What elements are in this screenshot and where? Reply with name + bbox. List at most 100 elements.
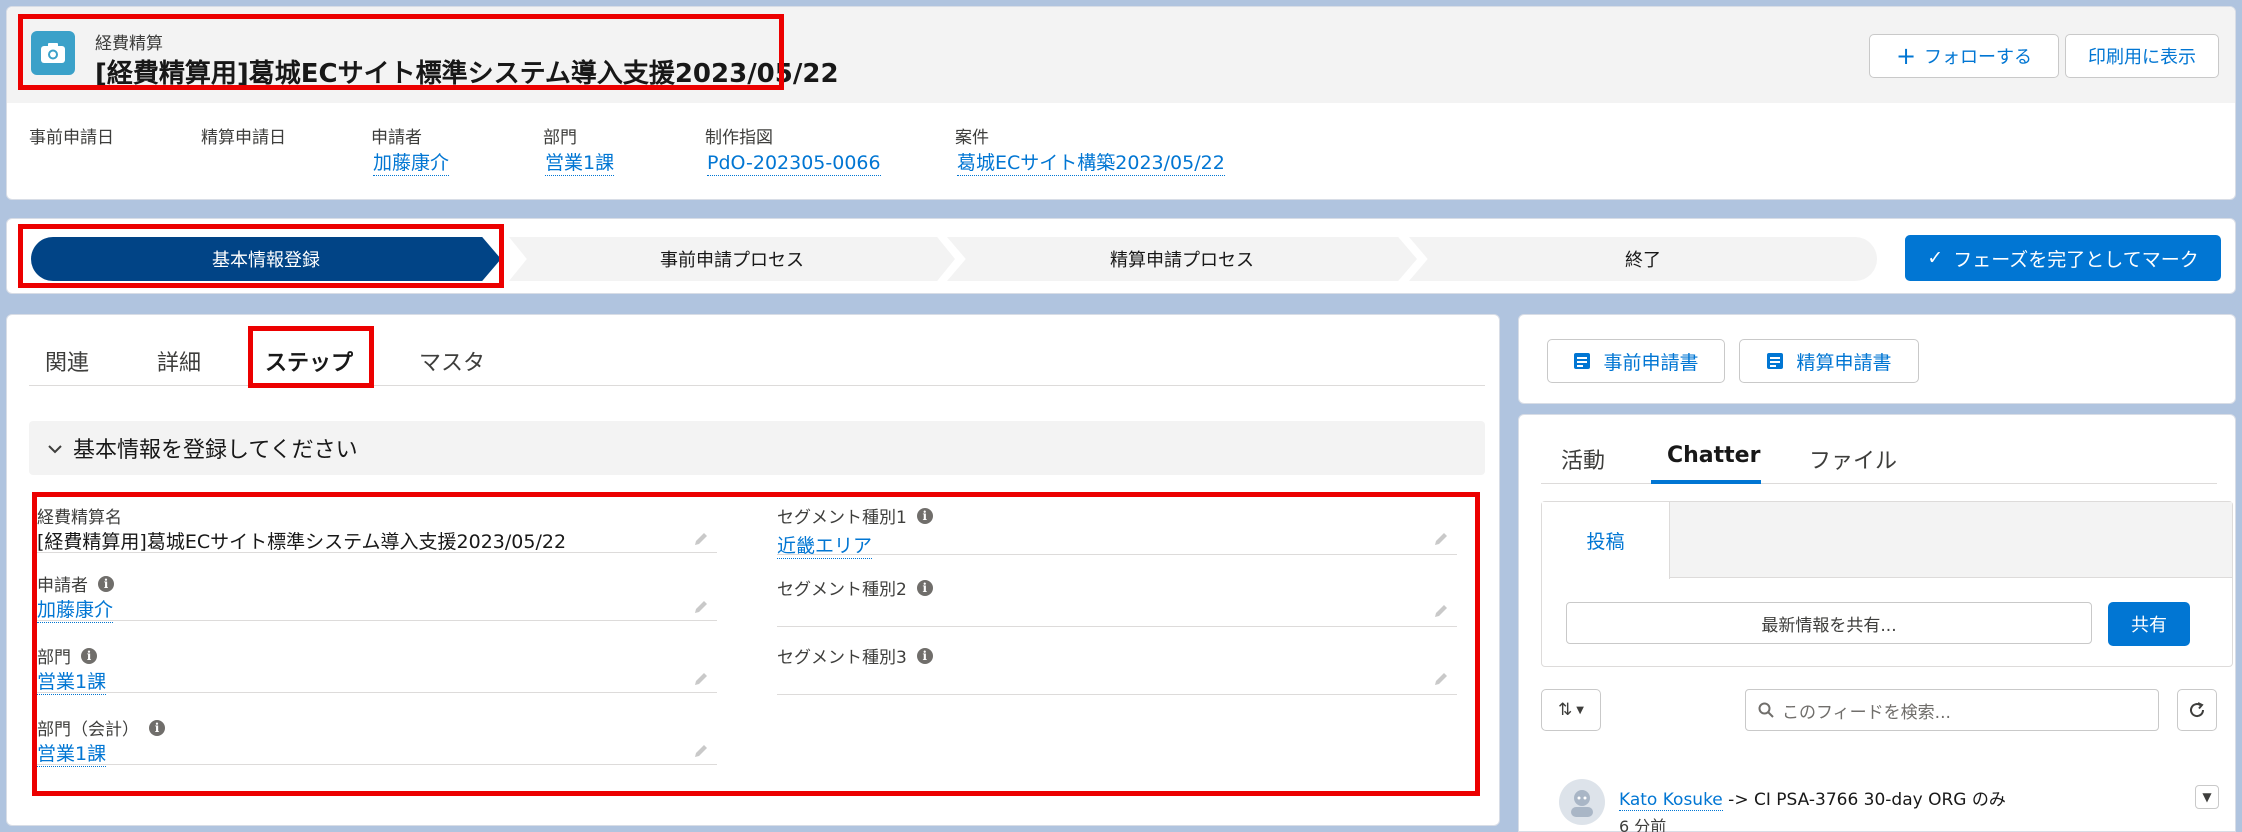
highlight-label: 案件 bbox=[955, 128, 989, 148]
project-link[interactable]: 葛城ECサイト構築2023/05/22 bbox=[957, 151, 1225, 176]
section-toggle[interactable]: 基本情報を登録してください bbox=[29, 421, 1485, 475]
chatter-publisher: 投稿 最新情報を共有... 共有 bbox=[1541, 501, 2233, 667]
info-icon[interactable]: i bbox=[149, 719, 165, 736]
section-title: 基本情報を登録してください bbox=[73, 438, 358, 463]
info-icon[interactable]: i bbox=[916, 579, 933, 596]
field-segment-3: セグメント種別3 i bbox=[777, 643, 1457, 695]
applicant-link[interactable]: 加藤康介 bbox=[373, 151, 450, 176]
chevron-down-icon bbox=[47, 436, 63, 461]
segment-1-value-link[interactable]: 近畿エリア bbox=[777, 531, 873, 559]
pencil-icon[interactable] bbox=[693, 531, 709, 547]
field-label: 経費精算名 bbox=[37, 508, 122, 528]
sort-arrows-icon: ⇅ bbox=[1558, 700, 1573, 720]
pencil-icon[interactable] bbox=[1433, 531, 1449, 547]
printable-view-label: 印刷用に表示 bbox=[2088, 47, 2196, 68]
sort-button[interactable]: ⇅ ▼ bbox=[1541, 689, 1601, 731]
info-icon[interactable]: i bbox=[916, 507, 933, 524]
field-label: セグメント種別1 i bbox=[777, 503, 933, 528]
document-icon bbox=[1574, 353, 1591, 369]
path-step-end[interactable]: 終了 bbox=[1409, 237, 1877, 281]
feed-target-text: -> CI PSA-3766 30-day ORG のみ bbox=[1722, 790, 2006, 810]
pencil-icon[interactable] bbox=[693, 743, 709, 759]
main-tabset: 関連 詳細 ステップ マスタ 基本情報を登録してください 経費精算名 [経費精算… bbox=[6, 314, 1500, 826]
path-step-basic-info[interactable]: 基本情報登録 bbox=[31, 237, 501, 281]
camera-icon bbox=[31, 31, 75, 75]
field-department-accounting: 部門（会計） i 営業1課 bbox=[37, 715, 717, 767]
publisher-tabbar: 投稿 bbox=[1542, 502, 2232, 579]
feed-search-input[interactable]: このフィードを検索... bbox=[1745, 689, 2159, 731]
field-segment-1: セグメント種別1 i 近畿エリア bbox=[777, 503, 1457, 559]
production-order-link[interactable]: PdO-202305-0066 bbox=[707, 151, 881, 176]
feed-item-menu-button[interactable]: ▼ bbox=[2195, 785, 2219, 809]
check-icon: ✓ bbox=[1927, 247, 1944, 269]
path-step-settlement[interactable]: 精算申請プロセス bbox=[947, 237, 1417, 281]
document-actions: 事前申請書 精算申請書 bbox=[1518, 314, 2236, 404]
pencil-icon[interactable] bbox=[1433, 603, 1449, 619]
share-update-input[interactable]: 最新情報を共有... bbox=[1566, 602, 2092, 644]
post-tab[interactable]: 投稿 bbox=[1542, 502, 1670, 579]
follow-button-label: フォローする bbox=[1924, 47, 2033, 68]
tab-files[interactable]: ファイル bbox=[1809, 443, 1897, 475]
share-button[interactable]: 共有 bbox=[2108, 602, 2190, 646]
field-label: セグメント種別3 i bbox=[777, 643, 933, 668]
record-title: [経費精算用]葛城ECサイト標準システム導入支援2023/05/22 bbox=[95, 59, 839, 89]
highlight-label: 部門 bbox=[543, 128, 577, 148]
department-link[interactable]: 営業1課 bbox=[545, 151, 615, 176]
info-icon[interactable]: i bbox=[81, 647, 97, 664]
user-avatar-icon bbox=[1571, 790, 1593, 817]
pre-application-label: 事前申請書 bbox=[1603, 351, 1699, 374]
pencil-icon[interactable] bbox=[693, 599, 709, 615]
printable-view-button[interactable]: 印刷用に表示 bbox=[2065, 34, 2219, 78]
mark-stage-complete-button[interactable]: ✓ フェーズを完了としてマーク bbox=[1905, 235, 2221, 281]
highlight-label: 制作指図 bbox=[705, 128, 773, 148]
field-value: [経費精算用]葛城ECサイト標準システム導入支援2023/05/22 bbox=[37, 531, 567, 553]
tab-details[interactable]: 詳細 bbox=[157, 345, 201, 377]
record-type-label: 経費精算 bbox=[95, 34, 163, 54]
info-icon[interactable]: i bbox=[916, 647, 933, 664]
info-icon[interactable]: i bbox=[98, 575, 114, 592]
feed-author-link[interactable]: Kato Kosuke bbox=[1619, 790, 1723, 811]
highlight-label: 精算申請日 bbox=[201, 128, 286, 148]
settlement-application-button[interactable]: 精算申請書 bbox=[1739, 339, 1919, 383]
activity-chatter-panel: 活動 Chatter ファイル 投稿 最新情報を共有... 共有 ⇅ ▼ このフ… bbox=[1518, 414, 2236, 832]
field-label: セグメント種別2 i bbox=[777, 575, 933, 600]
tab-master[interactable]: マスタ bbox=[419, 345, 485, 377]
mark-stage-complete-label: フェーズを完了としてマーク bbox=[1953, 248, 2199, 271]
pre-application-button[interactable]: 事前申請書 bbox=[1547, 339, 1725, 383]
feed-search-placeholder: このフィードを検索... bbox=[1782, 702, 1951, 723]
path-bar: 基本情報登録 事前申請プロセス 精算申請プロセス 終了 ✓ フェーズを完了として… bbox=[6, 218, 2236, 294]
tabs-divider bbox=[29, 385, 1485, 386]
feed-timestamp: 6 分前 bbox=[1619, 817, 1667, 832]
department-accounting-value-link[interactable]: 営業1課 bbox=[37, 739, 107, 767]
tab-related[interactable]: 関連 bbox=[45, 345, 89, 377]
department-value-link[interactable]: 営業1課 bbox=[37, 667, 107, 695]
field-segment-2: セグメント種別2 i bbox=[777, 575, 1457, 627]
feed-item-header: Kato Kosuke -> CI PSA-3766 30-day ORG のみ bbox=[1619, 785, 2006, 811]
field-department: 部門 i 営業1課 bbox=[37, 643, 717, 695]
avatar[interactable] bbox=[1559, 779, 1605, 825]
document-icon bbox=[1767, 353, 1784, 369]
tab-steps[interactable]: ステップ bbox=[265, 345, 353, 377]
refresh-icon bbox=[2190, 702, 2205, 718]
refresh-button[interactable] bbox=[2177, 689, 2217, 731]
highlight-label: 申請者 bbox=[371, 128, 422, 148]
chevron-down-icon: ▼ bbox=[2202, 790, 2212, 804]
tab-chatter[interactable]: Chatter bbox=[1667, 443, 1760, 468]
path-step-pre-application[interactable]: 事前申請プロセス bbox=[509, 237, 955, 281]
field-applicant: 申請者 i 加藤康介 bbox=[37, 571, 717, 623]
field-label: 部門（会計） i bbox=[37, 715, 165, 740]
active-tab-indicator bbox=[1651, 480, 1761, 484]
field-label: 部門 i bbox=[37, 643, 97, 668]
pencil-icon[interactable] bbox=[1433, 671, 1449, 687]
record-header-top: 経費精算 [経費精算用]葛城ECサイト標準システム導入支援2023/05/22 … bbox=[7, 7, 2235, 103]
applicant-value-link[interactable]: 加藤康介 bbox=[37, 595, 114, 623]
plus-icon: + bbox=[1895, 42, 1917, 70]
follow-button[interactable]: + フォローする bbox=[1869, 34, 2059, 78]
field-label: 申請者 i bbox=[37, 571, 114, 596]
chevron-down-icon: ▼ bbox=[1576, 704, 1584, 716]
tab-activity[interactable]: 活動 bbox=[1561, 443, 1605, 475]
pencil-icon[interactable] bbox=[693, 671, 709, 687]
settlement-application-label: 精算申請書 bbox=[1796, 351, 1892, 374]
field-expense-name: 経費精算名 [経費精算用]葛城ECサイト標準システム導入支援2023/05/22 bbox=[37, 503, 717, 553]
search-icon bbox=[1758, 702, 1774, 718]
